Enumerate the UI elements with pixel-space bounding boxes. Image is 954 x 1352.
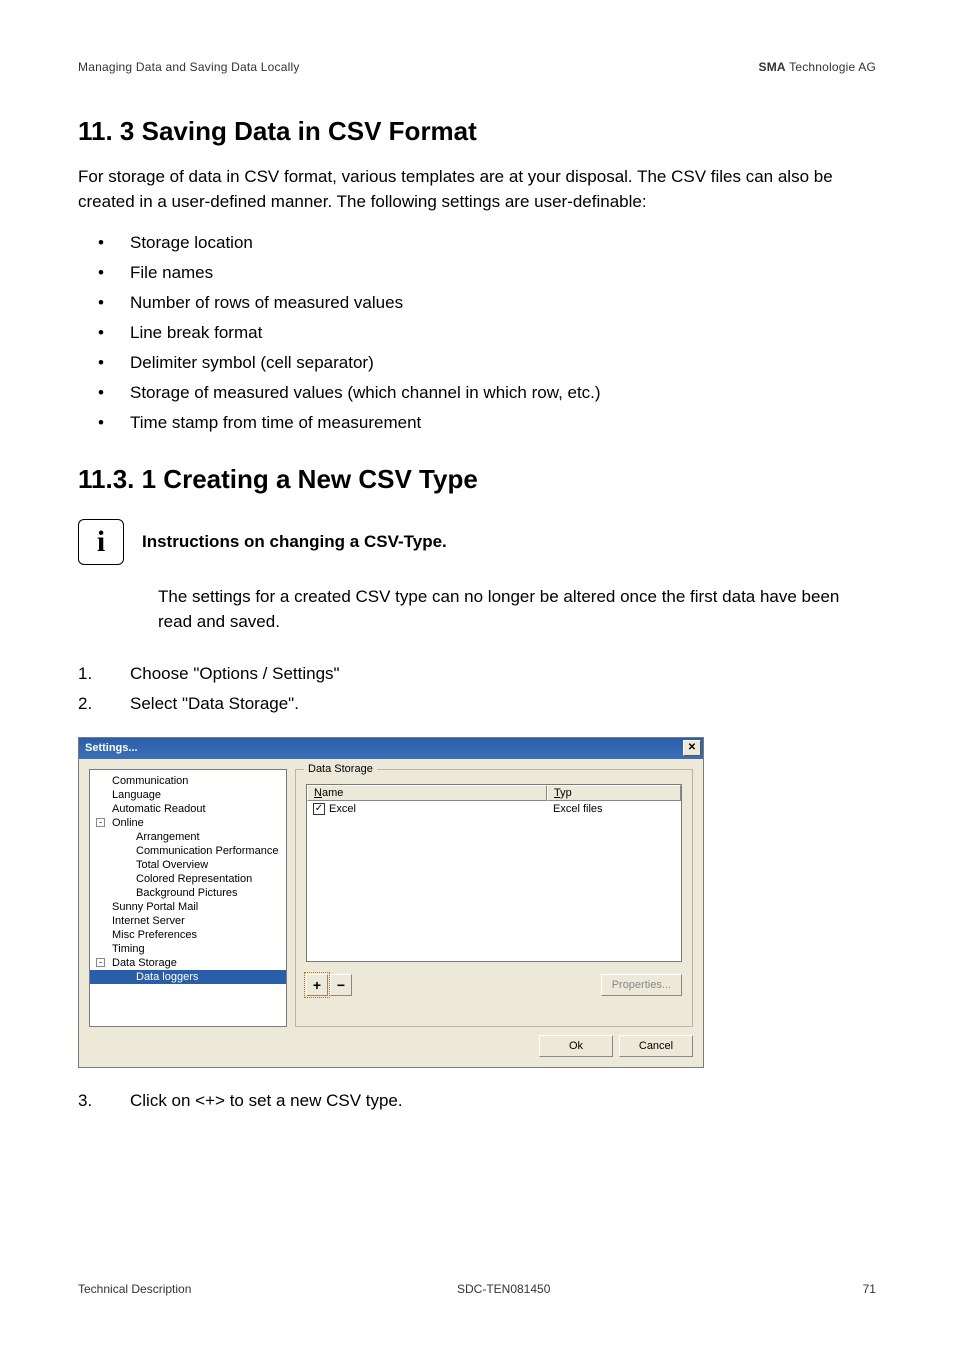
tree-item-label: Communication Performance [136,845,278,857]
column-header-name[interactable]: Name [307,785,547,801]
header-left: Managing Data and Saving Data Locally [78,60,300,74]
tree-item-arrangement[interactable]: Arrangement [90,830,286,844]
bullet-item: Storage of measured values (which channe… [78,378,876,408]
tree-item-internet-server[interactable]: Internet Server [90,914,286,928]
running-footer: Technical Description SDC-TEN081450 71 [78,1282,876,1296]
bullet-item: File names [78,258,876,288]
tree-item-label: Data loggers [136,971,198,983]
tree-item-background-pictures[interactable]: Background Pictures [90,886,286,900]
cancel-button[interactable]: Cancel [619,1035,693,1057]
tree-expander-icon[interactable]: - [96,958,105,967]
info-icon-glyph: i [97,525,105,559]
bullet-list: Storage location File names Number of ro… [78,228,876,438]
settings-dialog: Settings... ✕ Communication Language Autom… [78,737,704,1068]
info-icon: i [78,519,124,565]
ok-button[interactable]: Ok [539,1035,613,1057]
step-list: Choose "Options / Settings" Select "Data… [78,659,876,719]
csv-type-name: Excel [329,803,356,815]
bullet-item: Delimiter symbol (cell separator) [78,348,876,378]
dialog-titlebar[interactable]: Settings... ✕ [79,738,703,759]
column-header-typ[interactable]: Typ [547,785,681,801]
tree-item-label: Sunny Portal Mail [112,901,198,913]
step-item: Choose "Options / Settings" [78,659,876,689]
bullet-item: Number of rows of measured values [78,288,876,318]
tree-item-misc-preferences[interactable]: Misc Preferences [90,928,286,942]
tree-item-label: Total Overview [136,859,208,871]
add-csv-type-button[interactable]: + [306,974,328,996]
tree-item-data-storage[interactable]: -Data Storage [90,956,286,970]
tree-item-online[interactable]: -Online [90,816,286,830]
info-title: Instructions on changing a CSV-Type. [142,532,447,552]
csv-type-listview[interactable]: Name Typ ✓ Excel Excel files [306,784,682,962]
bullet-item: Line break format [78,318,876,348]
tree-item-label: Automatic Readout [112,803,206,815]
footer-left: Technical Description [78,1282,191,1296]
close-icon[interactable]: ✕ [683,740,701,756]
settings-tree[interactable]: CommunicationLanguageAutomatic Readout-O… [89,769,287,1027]
remove-csv-type-button[interactable]: − [330,974,352,996]
tree-item-label: Online [112,817,144,829]
tree-item-label: Arrangement [136,831,200,843]
tree-item-communication[interactable]: Communication [90,774,286,788]
tree-item-label: Timing [112,943,145,955]
info-callout: i Instructions on changing a CSV-Type. [78,519,876,565]
running-header: Managing Data and Saving Data Locally SM… [78,60,876,74]
tree-item-colored-representation[interactable]: Colored Representation [90,872,286,886]
bullet-item: Storage location [78,228,876,258]
tree-item-total-overview[interactable]: Total Overview [90,858,286,872]
tree-item-timing[interactable]: Timing [90,942,286,956]
tree-item-label: Background Pictures [136,887,238,899]
footer-mid: SDC-TEN081450 [457,1282,550,1296]
tree-item-label: Data Storage [112,957,177,969]
section-heading-11-3: 11. 3 Saving Data in CSV Format [78,116,876,147]
tree-item-label: Misc Preferences [112,929,197,941]
dialog-title: Settings... [85,742,138,754]
tree-item-communication-performance[interactable]: Communication Performance [90,844,286,858]
tree-item-automatic-readout[interactable]: Automatic Readout [90,802,286,816]
csv-type-typ: Excel files [547,803,681,815]
tree-item-sunny-portal-mail[interactable]: Sunny Portal Mail [90,900,286,914]
bullet-item: Time stamp from time of measurement [78,408,876,438]
info-body: The settings for a created CSV type can … [158,585,876,634]
properties-button[interactable]: Properties... [601,974,682,996]
intro-paragraph: For storage of data in CSV format, vario… [78,165,876,214]
step-item: Select "Data Storage". [78,689,876,719]
tree-item-data-loggers[interactable]: Data loggers [90,970,286,984]
step-list-cont: Click on <+> to set a new CSV type. [78,1086,876,1116]
page-number: 71 [816,1282,876,1296]
list-row[interactable]: ✓ Excel Excel files [307,801,681,817]
tree-item-language[interactable]: Language [90,788,286,802]
tree-item-label: Language [112,789,161,801]
section-heading-11-3-1: 11.3. 1 Creating a New CSV Type [78,464,876,495]
tree-item-label: Internet Server [112,915,185,927]
tree-item-label: Colored Representation [136,873,252,885]
groupbox-legend: Data Storage [304,763,377,775]
tree-item-label: Communication [112,775,188,787]
step-item: Click on <+> to set a new CSV type. [78,1086,876,1116]
data-storage-groupbox: Data Storage Name Typ ✓ExcelExcel files … [295,769,693,1027]
checkbox-icon[interactable]: ✓ [313,803,325,815]
tree-expander-icon[interactable]: - [96,818,105,827]
header-right: SMA Technologie AG [759,60,876,74]
